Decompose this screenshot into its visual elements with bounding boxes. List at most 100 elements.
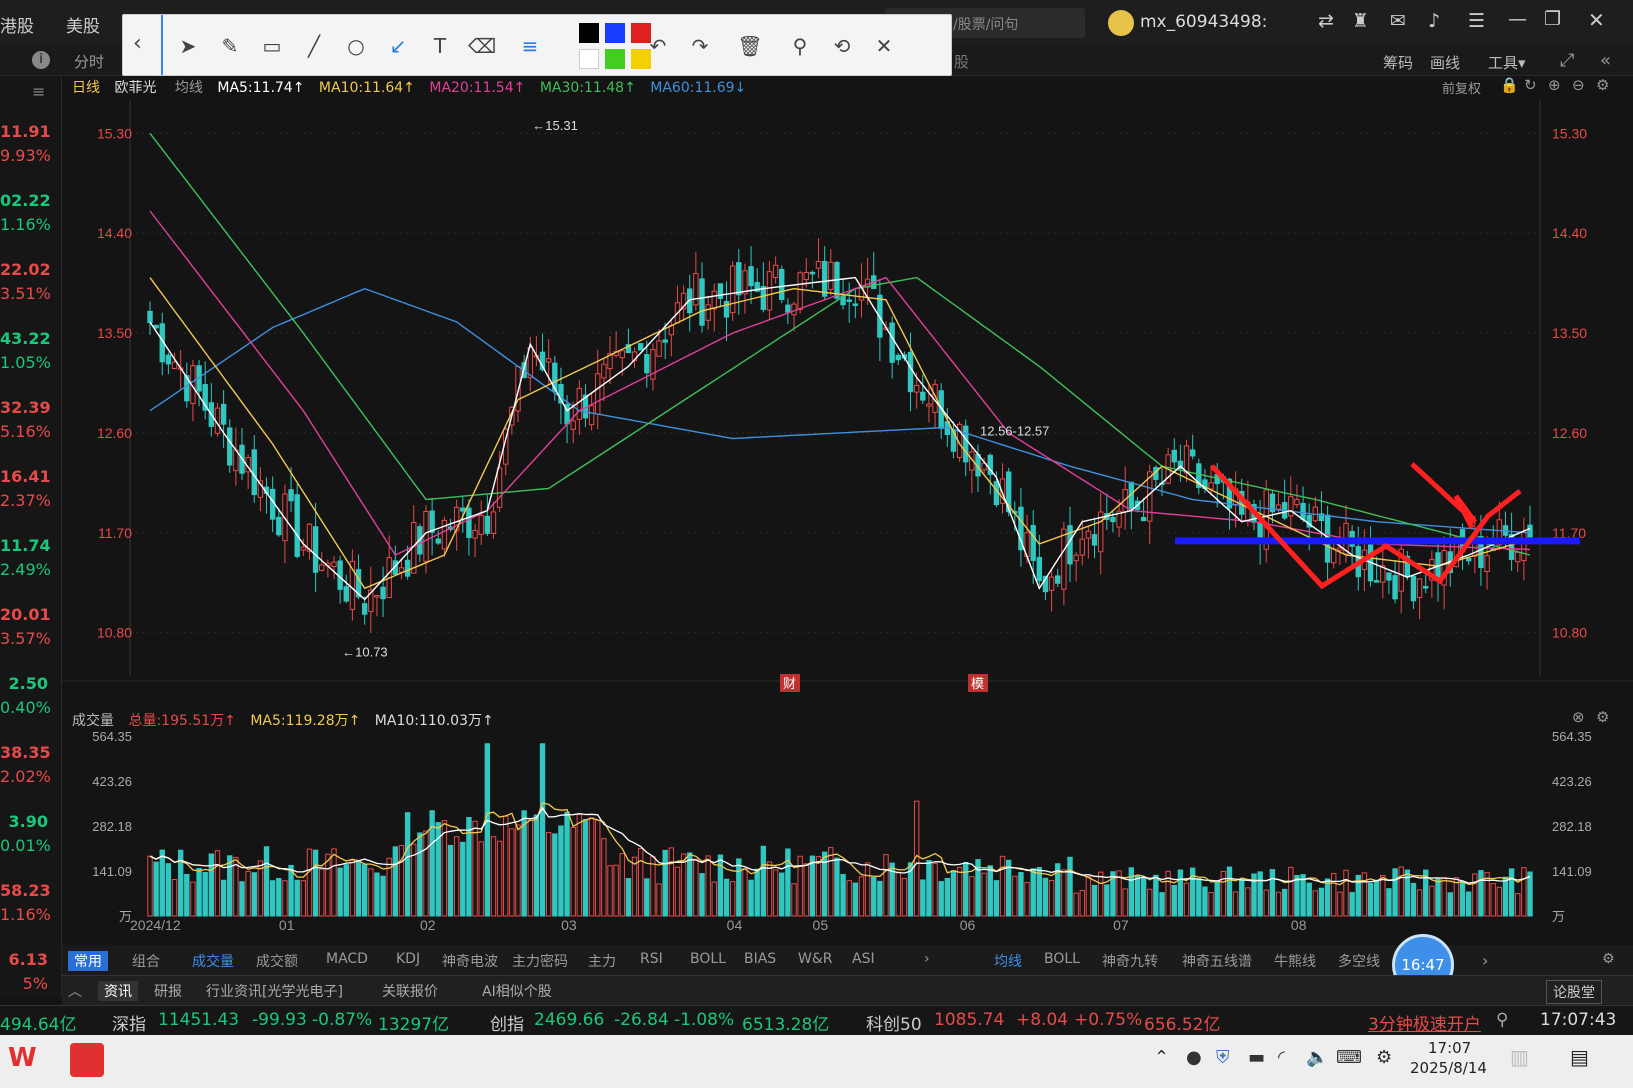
indicator-tab[interactable]: W&R <box>798 951 833 967</box>
mic-icon[interactable]: ● <box>1186 1047 1202 1068</box>
indicator-tab[interactable]: BOLL <box>690 951 726 967</box>
open-account-link[interactable]: 3分钟极速开户 <box>1368 1010 1481 1035</box>
overlay-tab[interactable]: BOLL <box>1044 951 1080 967</box>
cy-name[interactable]: 创指 <box>490 1010 524 1035</box>
taskbar-time[interactable]: 17:07 <box>1428 1039 1471 1057</box>
fullscreen-icon[interactable]: ⤢ <box>1560 50 1574 71</box>
eraser-icon[interactable]: ⌫ <box>467 31 497 61</box>
line-icon[interactable]: ╱ <box>299 31 329 61</box>
text-icon[interactable]: T <box>425 31 455 61</box>
pen-icon[interactable]: ✎ <box>215 31 245 61</box>
indicator-tab[interactable]: 常用 <box>68 951 108 971</box>
news-tab[interactable]: 资讯 <box>98 981 138 1001</box>
zoom-in-icon[interactable]: ⊕ <box>1548 76 1561 94</box>
arrow-icon[interactable]: ↙ <box>383 31 413 61</box>
color-swatch[interactable] <box>605 23 625 43</box>
draw-button[interactable]: 画线 <box>1430 52 1460 73</box>
zoom-out-icon[interactable]: ⊖ <box>1572 76 1585 94</box>
tab-us[interactable]: 美股 <box>66 12 100 37</box>
forum-button[interactable]: 论股堂 <box>1546 980 1602 1004</box>
line-width-icon[interactable]: ≡ <box>515 31 545 61</box>
mail-icon[interactable]: ✉ <box>1390 10 1406 32</box>
ime-icon[interactable]: ⚙ <box>1376 1047 1392 1068</box>
close-icon[interactable]: ✕ <box>869 31 899 61</box>
adjust-label[interactable]: 前复权 <box>1442 78 1481 97</box>
wifi-icon[interactable]: ◜ <box>1278 1047 1285 1068</box>
kline-chart[interactable]: 15.30 15.30 14.40 14.40 13.50 13.50 12.60 12.60… <box>0 76 1633 945</box>
rotate-icon[interactable]: ⟲ <box>827 31 857 61</box>
ma-label[interactable]: 均线 <box>175 80 203 96</box>
watchlist-pct[interactable]: 5% <box>0 974 48 993</box>
chips-button[interactable]: 筹码 <box>1383 52 1413 73</box>
indicator-more-icon[interactable]: › <box>924 951 930 967</box>
indicator-tab[interactable]: 组合 <box>132 951 160 971</box>
color-swatch[interactable] <box>579 49 599 69</box>
expand-up-icon[interactable]: ︿ <box>68 981 82 1001</box>
keyboard-icon[interactable]: ⌨ <box>1336 1047 1362 1068</box>
indicator-right-more-icon[interactable]: › <box>1482 951 1488 970</box>
cursor-icon[interactable]: ➤ <box>173 31 203 61</box>
menu-icon[interactable]: ☰ <box>1468 10 1485 32</box>
indicator-tab[interactable]: BIAS <box>744 951 776 967</box>
rectangle-icon[interactable]: ▭ <box>257 31 287 61</box>
tab-hk[interactable]: 港股 <box>0 12 34 37</box>
refresh-icon[interactable]: ↻ <box>1524 76 1537 94</box>
news-tab[interactable]: 研报 <box>154 981 182 1001</box>
news-tab[interactable]: AI相似个股 <box>482 981 552 1001</box>
kc-name[interactable]: 科创50 <box>866 1010 922 1035</box>
redo-icon[interactable]: ↷ <box>685 31 715 61</box>
tools-button[interactable]: 工具▾ <box>1488 52 1526 73</box>
minimize-icon[interactable]: — <box>1508 8 1527 30</box>
undo-icon[interactable]: ↶ <box>643 31 673 61</box>
taskbar-date[interactable]: 2025/8/14 <box>1410 1059 1487 1077</box>
collapse-icon[interactable]: « <box>1600 50 1611 71</box>
settings-icon[interactable]: ⚙ <box>1596 76 1609 94</box>
overlay-tab[interactable]: 神奇五线谱 <box>1182 951 1252 971</box>
overlay-tab[interactable]: 均线 <box>994 951 1022 971</box>
volume-icon[interactable]: 🔈 <box>1306 1047 1328 1068</box>
ticker-search-icon[interactable]: ⚲ <box>1496 1010 1508 1030</box>
news-tab[interactable]: 行业资讯[光学光电子] <box>206 981 343 1001</box>
bell-icon[interactable]: ♪ <box>1428 10 1440 32</box>
restore-icon[interactable]: ❐ <box>1544 8 1561 30</box>
period-label[interactable]: 日线 <box>72 80 100 96</box>
stock-app-icon[interactable] <box>70 1043 104 1077</box>
username[interactable]: mx_60943498: <box>1140 12 1267 32</box>
indicator-tab[interactable]: RSI <box>640 951 663 967</box>
wps-app-icon[interactable]: W <box>8 1043 42 1077</box>
indicator-tab[interactable]: 主力密码 <box>512 951 568 971</box>
indicator-tab[interactable]: ASI <box>852 951 875 967</box>
watchlist-price[interactable]: 6.13 <box>0 950 48 969</box>
indicator-tab[interactable]: 成交量 <box>192 951 234 971</box>
sz-name[interactable]: 深指 <box>112 1010 146 1035</box>
battery-icon[interactable]: ▬ <box>1248 1047 1265 1068</box>
news-tab[interactable]: 关联报价 <box>382 981 438 1001</box>
back-button[interactable]: ‹ <box>123 15 163 75</box>
tab-intraday[interactable]: 分时 <box>74 51 104 72</box>
color-swatch[interactable] <box>605 49 625 69</box>
overlay-tab[interactable]: 神奇九转 <box>1102 951 1158 971</box>
indicator-tab[interactable]: 成交额 <box>256 951 298 971</box>
info-icon[interactable]: i <box>32 51 50 69</box>
shield-icon[interactable]: ⛨ <box>1216 1047 1230 1068</box>
volume-close-icon[interactable]: ⊗ <box>1572 708 1585 726</box>
notification-icon[interactable]: ▤ <box>1570 1045 1589 1069</box>
delete-icon[interactable]: 🗑 <box>735 31 765 61</box>
indicator-tab[interactable]: KDJ <box>396 951 420 967</box>
indicator-tab[interactable]: 神奇电波 <box>442 951 498 971</box>
avatar[interactable] <box>1108 10 1134 36</box>
circle-icon[interactable]: ○ <box>341 31 371 61</box>
indicator-tab[interactable]: MACD <box>326 951 368 967</box>
zoom-icon[interactable]: ⚲ <box>785 31 815 61</box>
overlay-tab[interactable]: 多空线 <box>1338 951 1380 971</box>
tray-expand-icon[interactable]: ⌃ <box>1154 1047 1169 1068</box>
sync-icon[interactable]: ⇄ <box>1318 10 1334 32</box>
show-desktop-icon[interactable]: ▥ <box>1510 1045 1529 1069</box>
shirt-icon[interactable]: ♜ <box>1352 10 1369 32</box>
close-window-icon[interactable]: ✕ <box>1588 8 1605 32</box>
indicator-settings-icon[interactable]: ⚙ <box>1602 951 1615 967</box>
color-swatch[interactable] <box>579 23 599 43</box>
lock-icon[interactable]: 🔒 <box>1500 76 1519 94</box>
overlay-tab[interactable]: 牛熊线 <box>1274 951 1316 971</box>
indicator-tab[interactable]: 主力 <box>588 951 616 971</box>
